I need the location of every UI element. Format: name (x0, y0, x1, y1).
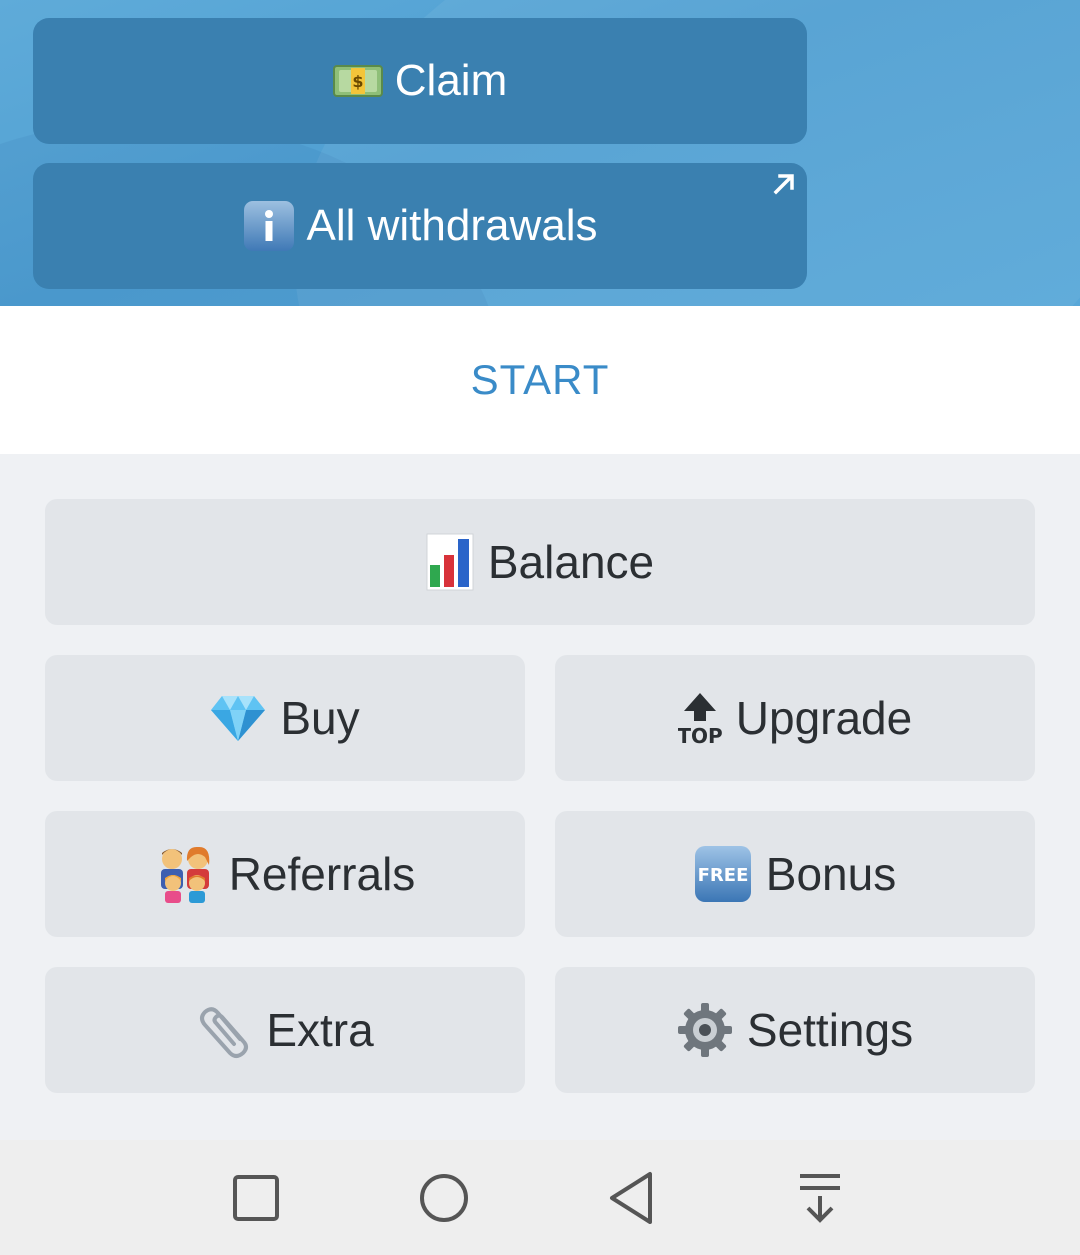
money-bill-icon: $ (332, 63, 383, 99)
reply-keyboard: Balance Buy TOP Upgrade Referrals FREE B… (0, 454, 1080, 1140)
referrals-label: Referrals (228, 848, 416, 900)
buy-button[interactable]: Buy (45, 655, 525, 781)
svg-text:TOP: TOP (678, 724, 722, 745)
chat-area: $ Claim All withdrawals (0, 0, 1080, 306)
free-icon: FREE (694, 845, 752, 903)
extra-label: Extra (266, 1004, 374, 1056)
paperclip-icon (196, 1001, 252, 1059)
start-bar[interactable]: START (0, 306, 1080, 454)
back-icon[interactable] (602, 1168, 662, 1228)
home-icon[interactable] (414, 1168, 474, 1228)
balance-button[interactable]: Balance (45, 499, 1035, 625)
svg-text:$: $ (352, 72, 363, 91)
all-withdrawals-label: All withdrawals (306, 201, 598, 250)
settings-label: Settings (746, 1004, 914, 1056)
info-icon (243, 200, 295, 252)
recent-apps-icon[interactable] (226, 1168, 286, 1228)
claim-label: Claim (394, 56, 508, 105)
top-arrow-icon: TOP (678, 691, 722, 745)
upgrade-label: Upgrade (735, 692, 913, 744)
external-arrow-icon (773, 174, 794, 195)
svg-text:FREE: FREE (697, 865, 748, 886)
upgrade-button[interactable]: TOP Upgrade (555, 655, 1035, 781)
gem-icon (210, 694, 266, 742)
claim-button[interactable]: $ Claim (33, 18, 807, 144)
bonus-button[interactable]: FREE Bonus (555, 811, 1035, 937)
bonus-label: Bonus (765, 848, 897, 900)
gear-icon (677, 1002, 733, 1058)
settings-button[interactable]: Settings (555, 967, 1035, 1093)
system-navigation-bar (0, 1140, 1080, 1255)
balance-label: Balance (487, 536, 655, 588)
family-icon (155, 845, 215, 903)
hide-keyboard-icon[interactable] (790, 1168, 850, 1228)
extra-button[interactable]: Extra (45, 967, 525, 1093)
bar-chart-icon (426, 533, 474, 591)
referrals-button[interactable]: Referrals (45, 811, 525, 937)
buy-label: Buy (280, 692, 360, 744)
start-button[interactable]: START (471, 356, 610, 404)
all-withdrawals-button[interactable]: All withdrawals (33, 163, 807, 289)
